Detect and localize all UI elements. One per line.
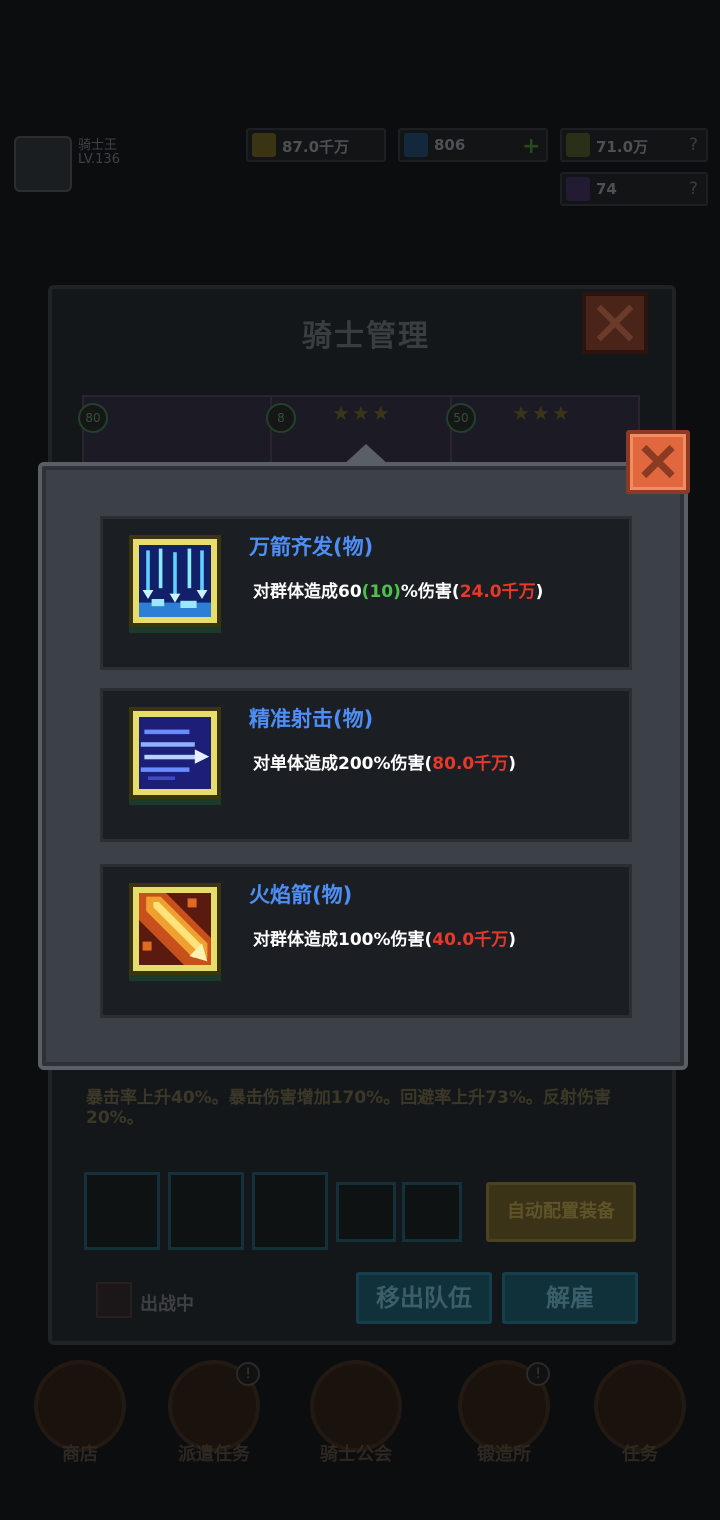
ticket-counter: 74 ? [560,172,708,206]
player-name: 骑士王 [78,138,118,153]
skill-card: 万箭齐发(物) 对群体造成60(10)%伤害(24.0千万) [100,516,632,670]
panel-close-button[interactable] [582,292,648,354]
power-value: 71.0万 [596,138,649,156]
alert-badge: ! [236,1362,260,1386]
skill-info-popup: 万箭齐发(物) 对群体造成60(10)%伤害(24.0千万) 精准射击(物) 对… [38,444,688,1070]
nav-shop[interactable]: 商店 [30,1360,130,1470]
auto-equip-button[interactable]: 自动配置装备 [486,1182,636,1242]
skill-name: 万箭齐发(物) [249,535,374,559]
skill-desc-text: ) [535,582,544,602]
character-stars: ★★★ [332,401,392,425]
nav-label: 锻造所 [477,1444,531,1465]
ticket-icon [566,177,590,201]
equipment-slot-ring[interactable] [336,1182,396,1242]
nav-label: 派遣任务 [178,1444,250,1465]
crossed-swords-icon [96,1282,132,1318]
skill-desc-text: ) [508,930,517,950]
add-gems-button[interactable]: + [522,134,540,159]
character-slot[interactable]: 80 [78,395,272,465]
on-battle-label: 出战中 [140,1294,194,1315]
character-stars: ★★★ [512,401,572,425]
gem-value: 806 [434,136,466,154]
skill-desc-text: 对群体造成60 [253,582,362,602]
character-level-badge: 8 [266,403,296,433]
remove-from-team-button[interactable]: 移出队伍 [356,1272,492,1324]
nav-label: 骑士公会 [320,1444,392,1465]
skill-name: 火焰箭(物) [249,883,353,907]
nav-guild[interactable]: 骑士公会 [306,1360,406,1470]
precise-shot-graphic [139,717,211,789]
nav-dispatch[interactable]: ! 派遣任务 [164,1360,264,1470]
skill-bonus-value: (10) [361,582,401,602]
gold-counter: 87.0千万 [246,128,386,162]
skill-card: 火焰箭(物) 对群体造成100%伤害(40.0千万) [100,864,632,1018]
popup-close-button[interactable] [626,430,690,494]
skill-description: 对单体造成200%伤害(80.0千万) [253,749,516,774]
arrow-rain-graphic [139,545,211,617]
player-avatar[interactable] [14,136,72,192]
bottom-navigation: 商店 ! 派遣任务 骑士公会 ! 锻造所 任务 [0,1360,720,1480]
arrow-rain-icon [129,535,221,627]
character-level-badge: 80 [78,403,108,433]
gem-icon [404,133,428,157]
skill-description: 对群体造成100%伤害(40.0千万) [253,925,516,950]
skill-card: 精准射击(物) 对单体造成200%伤害(80.0千万) [100,688,632,842]
quest-icon [594,1360,686,1452]
power-help-icon[interactable]: ? [689,135,698,155]
equipment-slot-ring[interactable] [402,1182,462,1242]
skill-damage-value: 80.0千万 [432,754,509,774]
ticket-value: 74 [596,180,617,198]
precise-shot-icon [129,707,221,799]
ticket-help-icon[interactable]: ? [689,179,698,199]
nav-label: 任务 [622,1444,658,1465]
power-counter: 71.0万 ? [560,128,708,162]
dismiss-button[interactable]: 解雇 [502,1272,638,1324]
character-level-badge: 50 [446,403,476,433]
gold-value: 87.0千万 [282,138,350,156]
skill-desc-text: ) [508,754,517,774]
passive-description: 暴击率上升40%。暴击伤害增加170%。回避率上升73%。反射伤害20%。 [86,1088,611,1128]
skill-desc-text: 对群体造成100%伤害( [253,930,433,950]
skill-description: 对群体造成60(10)%伤害(24.0千万) [253,577,543,602]
equipment-slot-weapon[interactable] [84,1172,160,1250]
fire-arrow-icon [129,883,221,975]
skill-damage-value: 24.0千万 [459,582,536,602]
skill-damage-value: 40.0千万 [432,930,509,950]
skill-name: 精准射击(物) [249,707,374,731]
gold-coin-icon [252,133,276,157]
equipment-slot-weapon[interactable] [168,1172,244,1250]
shop-icon [34,1360,126,1452]
alert-badge: ! [526,1362,550,1386]
top-status-bar: 骑士王 LV.136 87.0千万 806 + 71.0万 ? 74 ? [0,120,720,220]
nav-quest[interactable]: 任务 [590,1360,690,1470]
skill-desc-text: %伤害( [400,582,460,602]
fire-arrow-graphic [139,893,211,965]
nav-forge[interactable]: ! 锻造所 [454,1360,554,1470]
equipment-slot-armor[interactable] [252,1172,328,1250]
guild-icon [310,1360,402,1452]
skill-desc-text: 对单体造成200%伤害( [253,754,433,774]
character-slot[interactable]: 50 ★★★ [446,395,640,465]
cross-icon [566,133,590,157]
nav-label: 商店 [62,1444,98,1465]
player-level: LV.136 [78,152,120,167]
